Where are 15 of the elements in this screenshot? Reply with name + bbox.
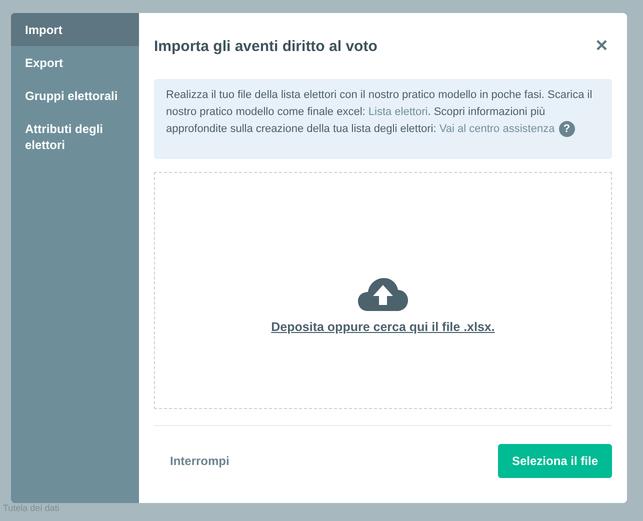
cancel-button[interactable]: Interrompi <box>154 446 246 476</box>
drop-zone[interactable]: Deposita oppure cerca qui il file .xlsx. <box>154 172 612 409</box>
info-text: Realizza il tuo file della lista elettori con il nostro pratico modello in poche fasi. Scarica il nostro pratico modello come finale excel: Lista elettori. Scopri informazioni più approfondite sulla creazione della tua lista degli elettori: Vai al centro assistenza ? <box>166 88 594 138</box>
info-link[interactable]: Vai al centro assistenza <box>439 123 555 135</box>
sidebar-item[interactable]: Gruppi elettorali <box>11 79 139 112</box>
browse-link[interactable]: Deposita oppure cerca qui il file .xlsx. <box>271 320 495 334</box>
select-file-button[interactable]: Seleziona il file <box>498 444 612 478</box>
info-link[interactable]: Lista elettori <box>368 106 428 118</box>
cloud-upload-icon <box>358 278 408 312</box>
sidebar-item[interactable]: Attributi degli elettori <box>11 112 139 161</box>
dialog-title: Importa gli aventi diritto al voto <box>154 38 378 54</box>
sidebar-item[interactable]: Export <box>11 46 139 79</box>
sidebar-item[interactable]: Import <box>11 13 139 46</box>
close-button[interactable]: ✕ <box>591 36 612 56</box>
help-button[interactable]: ? <box>558 121 575 137</box>
